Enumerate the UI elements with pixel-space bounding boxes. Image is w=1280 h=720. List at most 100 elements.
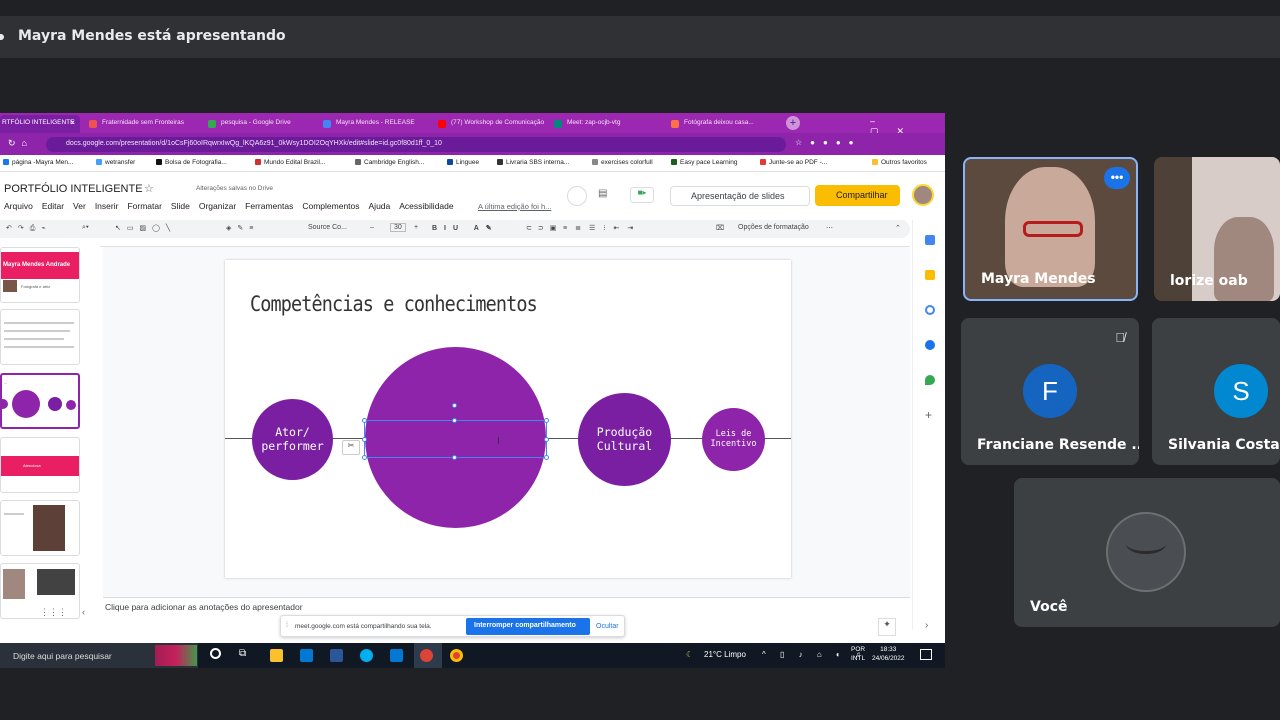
last-edit-link[interactable]: A última edição foi h... [478, 202, 551, 211]
close-icon[interactable]: × [70, 118, 75, 127]
resize-handle[interactable] [362, 437, 367, 442]
grid-view-icon[interactable]: ⋮⋮⋮ [40, 607, 67, 618]
more-icon[interactable]: ⋯ [826, 224, 833, 232]
menu-ferramentas[interactable]: Ferramentas [245, 201, 293, 211]
clear-format-icon[interactable]: ⌧ [716, 224, 724, 232]
zoom-icon[interactable]: ⌕▾ [82, 224, 89, 232]
more-horiz-icon[interactable]: ••• [1104, 167, 1130, 189]
bookmark-item[interactable]: Linguee [447, 159, 479, 166]
bookmark-item[interactable]: Junte-se ao PDF -... [760, 159, 827, 166]
slide-thumbnail-4[interactable]: Atenciosa [0, 437, 80, 493]
circle-producao-cultural[interactable]: Produção Cultural [578, 393, 671, 486]
menu-acessibilidade[interactable]: Acessibilidade [399, 201, 453, 211]
tab-youtube[interactable]: (77) Workshop de Comunicação [433, 115, 546, 133]
tasks-icon[interactable] [925, 305, 935, 315]
menu-formatar[interactable]: Formatar [127, 201, 161, 211]
url-field[interactable]: docs.google.com/presentation/d/1oCsFj60o… [46, 137, 786, 152]
undo-redo-print-icons[interactable]: ↶↷⎙⌁ [6, 224, 52, 233]
mail-icon[interactable] [390, 649, 403, 662]
participant-tile-lorize[interactable]: lorize oab [1154, 157, 1280, 301]
menu-ajuda[interactable]: Ajuda [369, 201, 391, 211]
fill-border-icons[interactable]: ◈✎≡ [226, 224, 259, 232]
expand-right-icon[interactable]: › [925, 620, 928, 631]
bookmark-item[interactable]: wetransfer [96, 159, 135, 166]
collapse-chevron-icon[interactable]: ⌃ [895, 224, 901, 232]
slide-thumbnail-5[interactable] [0, 500, 80, 556]
file-explorer-icon[interactable] [270, 649, 283, 662]
chrome-icon[interactable] [420, 649, 433, 662]
bookmark-item[interactable]: Mundo Edital Brazil... [255, 159, 325, 166]
tab-fraternidade[interactable]: Fraternidade sem Fronteiras [84, 115, 202, 133]
explore-icon[interactable]: ✦ [878, 618, 896, 636]
text-box-selection[interactable] [364, 420, 547, 458]
participant-tile-self[interactable]: Você [1014, 478, 1280, 627]
tab-drive[interactable]: pesquisa - Google Drive [203, 115, 316, 133]
font-size-minus-icon[interactable]: – [370, 224, 378, 231]
menu-organizar[interactable]: Organizar [199, 201, 236, 211]
menu-editar[interactable]: Editar [42, 201, 64, 211]
clock[interactable]: 18:33 24/06/2022 [872, 646, 905, 664]
bookmark-item[interactable]: Outros favoritos [872, 159, 927, 166]
menu-ver[interactable]: Ver [73, 201, 86, 211]
font-size-field[interactable]: 30 [390, 223, 406, 232]
skype-icon[interactable] [360, 649, 373, 662]
hide-button[interactable]: Ocultar [596, 623, 619, 630]
comment-icon[interactable]: ▤ [598, 188, 607, 199]
menu-inserir[interactable]: Inserir [95, 201, 119, 211]
drag-handle-icon[interactable]: ⁞ [286, 622, 288, 629]
slide-title[interactable]: Competências e conhecimentos [250, 292, 538, 316]
add-addon-plus-icon[interactable]: + [925, 408, 932, 422]
bookmark-item[interactable]: Easy pace Learning [671, 159, 737, 166]
select-tools-icons[interactable]: ↖▭▨◯╲ [115, 224, 176, 232]
link-comment-icons[interactable]: ⊂⊃▣ [526, 224, 562, 232]
circle-ator-performer[interactable]: Ator/ performer [252, 399, 333, 480]
star-icon[interactable]: ☆ [144, 182, 154, 195]
resize-handle[interactable] [544, 437, 549, 442]
chrome-icon[interactable] [450, 649, 463, 662]
keep-icon[interactable] [925, 270, 935, 280]
collapse-left-icon[interactable]: ‹ [82, 607, 85, 617]
text-format-icons[interactable]: BIU A✎ [432, 224, 499, 232]
word-icon[interactable] [330, 649, 343, 662]
meet-camera-icon[interactable]: ■▸ [630, 187, 654, 203]
menu-slide[interactable]: Slide [171, 201, 190, 211]
store-icon[interactable] [300, 649, 313, 662]
resize-handle[interactable] [452, 418, 457, 423]
tab-meet[interactable]: Meet: zap-ocjb-vtg [549, 115, 662, 133]
stop-sharing-button[interactable]: Interromper compartilhamento [466, 618, 590, 635]
tab-portfolio[interactable]: RTFÓLIO INTELIGENTE × [0, 115, 80, 133]
new-tab-plus-icon[interactable]: + [786, 116, 800, 130]
language-indicator[interactable]: POR INTL [851, 646, 865, 664]
tab-release[interactable]: Mayra Mendes - RELEASE [318, 115, 431, 133]
rotate-handle[interactable] [452, 403, 457, 408]
user-avatar[interactable] [912, 184, 934, 206]
doc-title[interactable]: PORTFÓLIO INTELIGENTE [4, 183, 143, 195]
current-slide[interactable]: Competências e conhecimentos Ator/ perfo… [225, 260, 791, 578]
maps-icon[interactable] [925, 375, 935, 385]
contacts-icon[interactable] [925, 340, 935, 350]
crop-icon[interactable]: ✂ [342, 440, 360, 455]
bookmark-item[interactable]: página -Mayra Men... [3, 159, 73, 166]
align-list-icons[interactable]: ≡≣☰⁝⇤⇥ [563, 224, 641, 232]
font-select[interactable]: Source Co... [308, 224, 347, 231]
resize-handle[interactable] [452, 455, 457, 460]
bookmark-item[interactable]: Livraria SBS interna... [497, 159, 569, 166]
notification-icon[interactable] [920, 649, 932, 660]
resize-handle[interactable] [544, 455, 549, 460]
bookmark-item[interactable]: exercises colorfull [592, 159, 653, 166]
resize-handle[interactable] [362, 455, 367, 460]
resize-handle[interactable] [544, 418, 549, 423]
share-button[interactable]: Compartilhar [815, 185, 900, 206]
menu-complementos[interactable]: Complementos [302, 201, 359, 211]
cortana-icon[interactable] [210, 648, 221, 659]
extension-icons[interactable]: ☆●●●● [795, 138, 862, 147]
participant-tile-silvania[interactable]: S Silvania Costa [1152, 318, 1280, 465]
slide-thumbnail-2[interactable] [0, 309, 80, 365]
participant-tile-mayra[interactable]: ••• Mayra Mendes [963, 157, 1138, 301]
task-view-icon[interactable]: ⧉ [239, 648, 246, 659]
slide-thumbnail-3[interactable]: ... [0, 373, 80, 429]
bookmark-item[interactable]: Bolsa de Fotografia... [156, 159, 227, 166]
present-button[interactable]: Apresentação de slides [670, 186, 810, 206]
resize-handle[interactable] [362, 418, 367, 423]
slide-thumbnail-1[interactable]: Mayra Mendes Andrade Fotógrafa e atriz [0, 247, 80, 303]
